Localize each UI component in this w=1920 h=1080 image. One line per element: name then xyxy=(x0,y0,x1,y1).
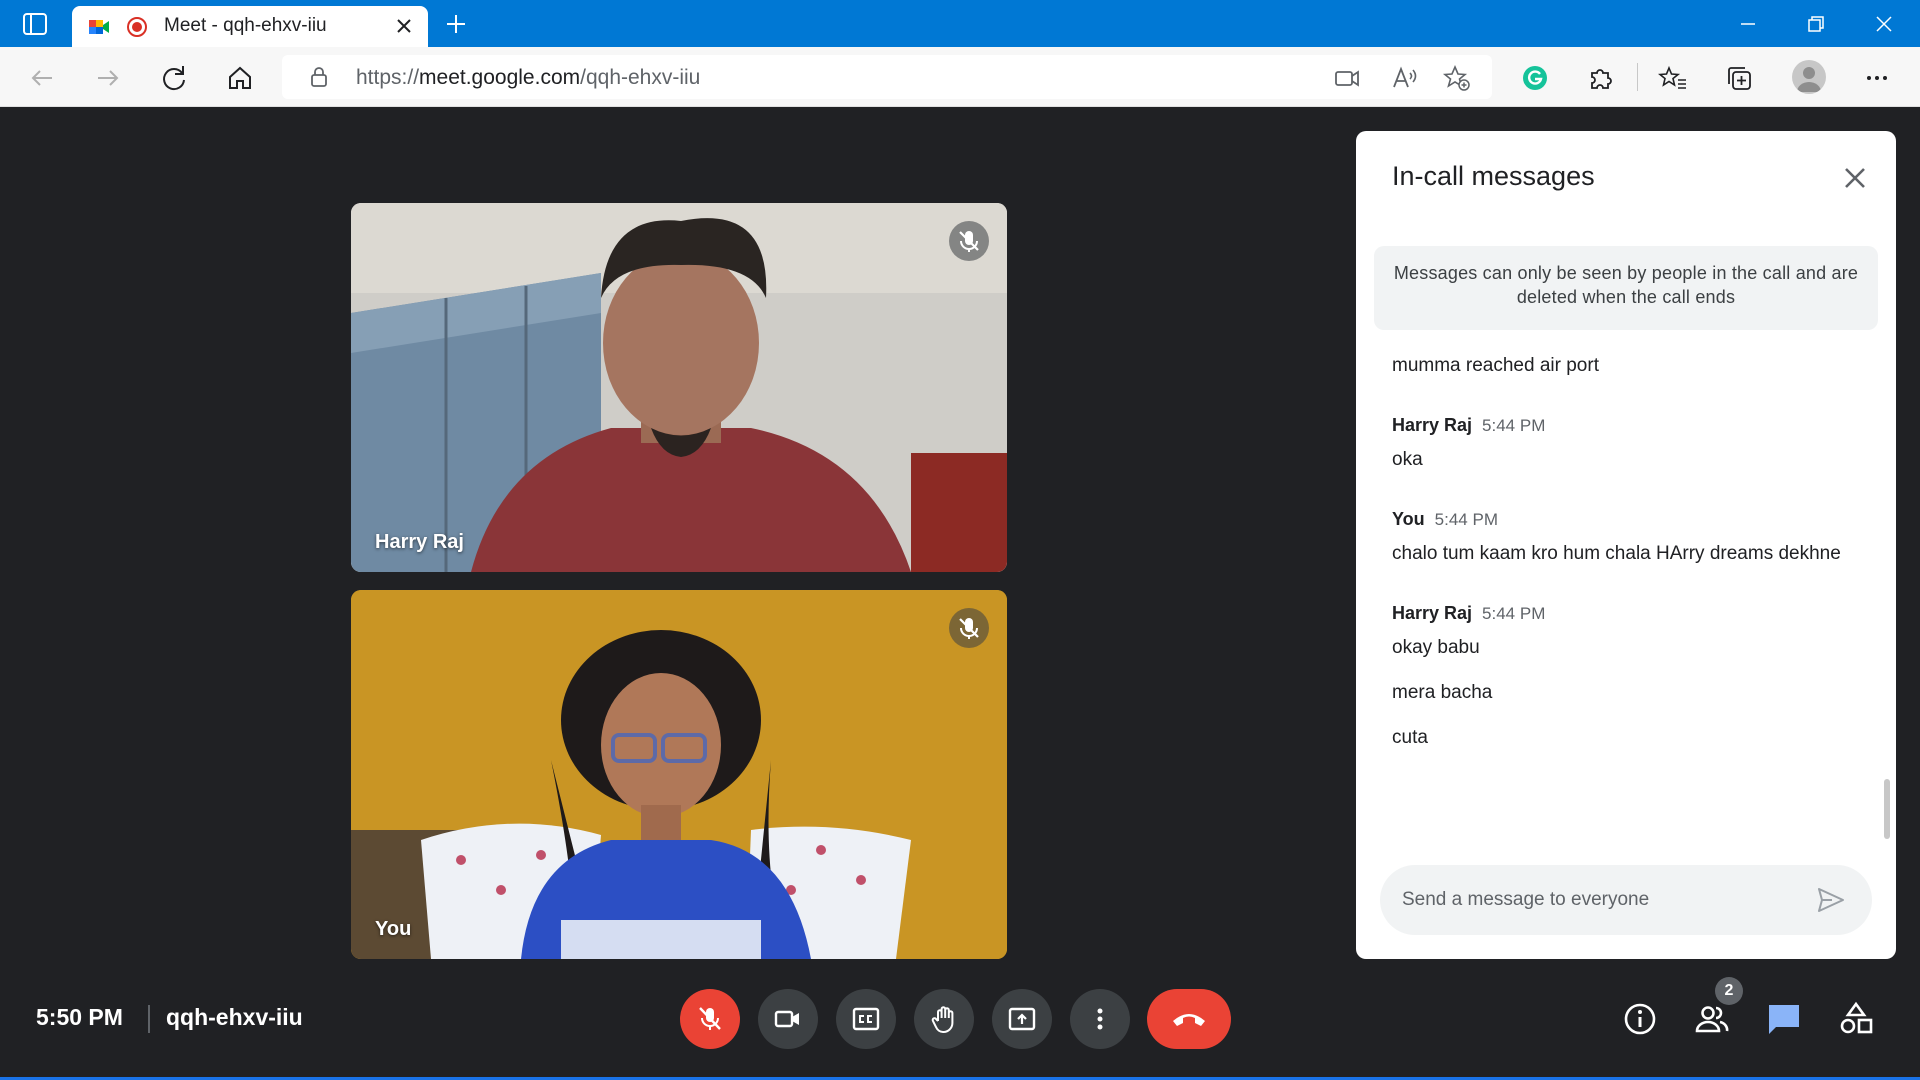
browser-toolbar: https://meet.google.com/qqh-ehxv-iiu xyxy=(0,47,1920,107)
message-composer xyxy=(1380,865,1872,935)
present-screen-button[interactable] xyxy=(992,989,1052,1049)
message-group-header: Harry Raj 5:44 PM xyxy=(1392,603,1852,633)
refresh-icon[interactable] xyxy=(159,63,189,93)
favorites-icon[interactable] xyxy=(1658,63,1688,93)
more-vert-icon xyxy=(1097,1008,1103,1030)
videocam-icon xyxy=(774,1010,799,1028)
close-window-icon[interactable] xyxy=(1872,12,1896,36)
browser-tab-meet[interactable]: Meet - qqh-ehxv-iiu xyxy=(72,6,428,47)
call-end-icon xyxy=(1173,1014,1205,1026)
more-options-icon[interactable] xyxy=(1862,63,1892,93)
meeting-info-separator xyxy=(148,1005,150,1033)
minimize-icon[interactable] xyxy=(1736,12,1760,36)
chat-privacy-notice: Messages can only be seen by people in t… xyxy=(1374,246,1878,330)
participant-tile[interactable]: Harry Raj xyxy=(351,203,1007,572)
send-icon[interactable] xyxy=(1816,885,1846,915)
camera-in-use-icon[interactable] xyxy=(1332,63,1362,93)
activities-icon[interactable] xyxy=(1838,1001,1874,1037)
meeting-code: qqh-ehxv-iiu xyxy=(166,1004,303,1030)
chat-message: chalo tum kaam kro hum chala HArry dream… xyxy=(1392,543,1841,564)
toolbar-separator xyxy=(1637,63,1638,91)
browser-titlebar: Meet - qqh-ehxv-iiu xyxy=(0,0,1920,47)
grammarly-icon[interactable] xyxy=(1520,63,1550,93)
profile-avatar[interactable] xyxy=(1792,60,1826,94)
meeting-time: 5:50 PM xyxy=(36,1004,123,1030)
restore-icon[interactable] xyxy=(1804,12,1828,36)
url-text[interactable]: https://meet.google.com/qqh-ehxv-iiu xyxy=(356,66,700,90)
google-meet-icon xyxy=(89,20,109,34)
self-name: You xyxy=(375,918,412,940)
chat-message: cuta xyxy=(1392,727,1428,748)
message-group-header: Harry Raj 5:44 PM xyxy=(1392,415,1852,445)
in-call-messages-panel: In-call messages Messages can only be se… xyxy=(1356,131,1896,959)
self-video xyxy=(351,590,1007,959)
extensions-icon[interactable] xyxy=(1586,63,1616,93)
message-list[interactable]: mumma reached air port Harry Raj 5:44 PM … xyxy=(1392,351,1852,753)
message-author: Harry Raj xyxy=(1392,415,1473,435)
address-bar[interactable]: https://meet.google.com/qqh-ehxv-iiu xyxy=(282,55,1492,99)
message-author: You xyxy=(1392,509,1425,529)
people-count-badge: 2 xyxy=(1715,977,1743,1005)
close-panel-icon[interactable] xyxy=(1840,163,1870,193)
home-icon[interactable] xyxy=(225,63,255,93)
people-icon[interactable] xyxy=(1694,1001,1730,1037)
self-muted-badge xyxy=(949,608,989,648)
collections-icon[interactable] xyxy=(1724,63,1754,93)
message-group-header: You 5:44 PM xyxy=(1392,509,1852,539)
new-tab-icon[interactable] xyxy=(444,12,468,36)
chat-message: mumma reached air port xyxy=(1392,355,1599,376)
more-options-button[interactable] xyxy=(1070,989,1130,1049)
present-to-all-icon xyxy=(1008,1007,1036,1031)
mic-off-icon xyxy=(959,231,979,252)
forward-arrow-icon[interactable] xyxy=(93,63,123,93)
lock-icon[interactable] xyxy=(308,66,330,88)
message-time: 5:44 PM xyxy=(1482,416,1546,435)
closed-captions-icon xyxy=(852,1007,880,1031)
message-time: 5:44 PM xyxy=(1482,604,1546,623)
back-arrow-icon[interactable] xyxy=(27,63,57,93)
tab-actions-icon[interactable] xyxy=(22,12,48,36)
panel-title: In-call messages xyxy=(1392,161,1595,191)
message-input[interactable] xyxy=(1402,881,1802,919)
profile-person-icon xyxy=(1797,67,1821,92)
mic-off-icon xyxy=(959,618,979,639)
chat-icon[interactable] xyxy=(1766,1001,1802,1037)
read-aloud-icon[interactable] xyxy=(1390,63,1420,93)
microphone-toggle-button[interactable] xyxy=(680,989,740,1049)
camera-toggle-button[interactable] xyxy=(758,989,818,1049)
tab-title: Meet - qqh-ehxv-iiu xyxy=(164,15,327,36)
raise-hand-button[interactable] xyxy=(914,989,974,1049)
add-favorite-icon[interactable] xyxy=(1442,63,1472,93)
self-tile[interactable]: You xyxy=(351,590,1007,959)
chat-message: okay babu xyxy=(1392,637,1480,658)
meeting-details-icon[interactable] xyxy=(1622,1001,1658,1037)
message-time: 5:44 PM xyxy=(1434,510,1498,529)
mic-off-icon xyxy=(699,1007,721,1030)
recording-indicator-icon xyxy=(127,17,147,37)
message-author: Harry Raj xyxy=(1392,603,1473,623)
participant-video xyxy=(351,203,1007,572)
chat-message: mera bacha xyxy=(1392,682,1493,703)
chat-message: oka xyxy=(1392,449,1423,470)
raise-hand-icon xyxy=(931,1006,954,1033)
participant-name: Harry Raj xyxy=(375,531,464,553)
participant-muted-badge xyxy=(949,221,989,261)
close-tab-icon[interactable] xyxy=(394,16,414,36)
chat-scrollbar[interactable] xyxy=(1884,779,1890,839)
leave-call-button[interactable] xyxy=(1147,989,1231,1049)
captions-button[interactable] xyxy=(836,989,896,1049)
